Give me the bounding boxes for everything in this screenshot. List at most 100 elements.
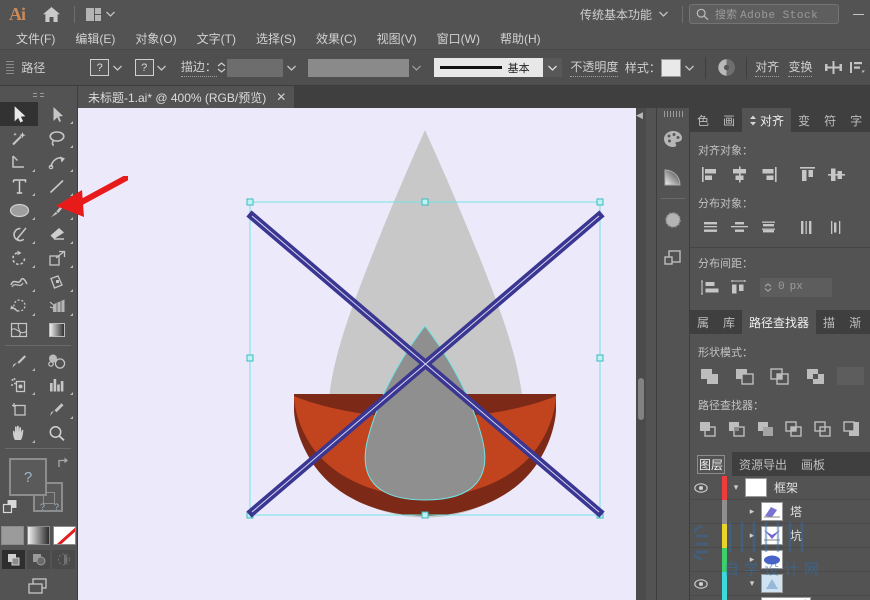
chevron-right-icon[interactable]: ▸	[743, 506, 761, 517]
minus-front-icon[interactable]	[731, 364, 759, 388]
none-fill-button[interactable]	[53, 526, 76, 545]
table-row[interactable]: ▸ 坑	[690, 523, 870, 548]
color-fill-button[interactable]	[1, 526, 24, 545]
fill-swatch-chevron[interactable]	[109, 59, 126, 76]
draw-normal-button[interactable]	[2, 550, 25, 569]
align-top-icon[interactable]	[793, 162, 822, 186]
tab-pathfinder[interactable]: 路径查找器	[742, 310, 817, 334]
menu-effect[interactable]: 效果(C)	[306, 28, 367, 50]
home-icon[interactable]	[34, 0, 68, 28]
ellipse-tool[interactable]	[0, 198, 38, 222]
scrollbar-thumb[interactable]	[638, 378, 644, 420]
spacing-value-input[interactable]: 0 px	[760, 277, 832, 297]
tab-libraries[interactable]: 库	[716, 310, 743, 334]
unite-icon[interactable]	[696, 364, 724, 388]
eye-icon[interactable]	[690, 482, 712, 493]
horizontal-distribute-space-icon[interactable]	[725, 275, 754, 299]
stroke-color-control[interactable]: ?	[134, 59, 170, 76]
chevron-right-icon[interactable]: ▸	[743, 554, 761, 565]
gradient-fill-button[interactable]	[27, 526, 50, 545]
draw-behind-button[interactable]	[27, 550, 50, 569]
fill-indicator[interactable]: ?	[9, 458, 47, 496]
shape-builder-tool[interactable]	[0, 294, 38, 318]
recolor-artwork-icon[interactable]	[714, 55, 738, 81]
eye-icon[interactable]	[690, 578, 712, 589]
window-controls[interactable]	[839, 13, 870, 15]
brush-definition-chevron[interactable]	[543, 58, 563, 77]
stroke-swatch-chevron[interactable]	[153, 59, 170, 76]
spacing-stepper[interactable]	[762, 278, 773, 296]
transform-panel-button[interactable]: 变换	[788, 58, 813, 77]
fill-swatch[interactable]: ?	[90, 59, 110, 76]
search-adobe-stock-input[interactable]: 搜索 Adobe Stock	[689, 4, 839, 24]
table-row[interactable]: ▾ 框架	[690, 475, 870, 500]
direct-selection-tool[interactable]	[38, 102, 76, 126]
tab-transform[interactable]: 变	[791, 108, 818, 132]
tab-brushes[interactable]: 画	[716, 108, 743, 132]
stroke-weight-stepper[interactable]	[217, 59, 227, 77]
distribute-horizontal-center-icon[interactable]	[822, 215, 851, 239]
align-panel-button[interactable]: 对齐	[755, 58, 780, 77]
blend-tool[interactable]	[38, 349, 76, 373]
pathfinder-options-field[interactable]	[836, 367, 864, 385]
intersect-icon[interactable]	[766, 364, 794, 388]
panel-collapse-arrow-icon[interactable]: ◀	[636, 110, 643, 121]
tab-align[interactable]: 对齐	[742, 108, 792, 132]
close-icon[interactable]: ✕	[276, 90, 286, 104]
align-right-icon[interactable]	[754, 162, 783, 186]
line-segment-tool[interactable]	[38, 174, 76, 198]
gradient-tool[interactable]	[38, 318, 76, 342]
divide-icon[interactable]	[696, 417, 721, 441]
menu-window[interactable]: 窗口(W)	[427, 28, 490, 50]
tab-layers[interactable]: 图层	[690, 452, 733, 476]
tab-stroke[interactable]: 描	[816, 310, 843, 334]
table-row[interactable]: ▸	[690, 547, 870, 572]
fill-color-control[interactable]: ?	[90, 59, 126, 76]
document-tab[interactable]: 未标题-1.ai* @ 400% (RGB/预览) ✕	[78, 86, 295, 108]
align-left-icon[interactable]	[696, 162, 725, 186]
gradient-panel-icon[interactable]	[657, 158, 689, 196]
tab-gradient[interactable]: 渐	[842, 310, 869, 334]
vertical-distribute-space-icon[interactable]	[696, 275, 725, 299]
canvas-vertical-scrollbar[interactable]	[636, 108, 646, 600]
minus-back-icon[interactable]	[839, 417, 864, 441]
menu-help[interactable]: 帮助(H)	[490, 28, 551, 50]
scale-tool[interactable]	[38, 246, 76, 270]
workspace-switcher[interactable]: 传统基本功能	[572, 6, 676, 23]
exclude-icon[interactable]	[802, 364, 830, 388]
selection-tool[interactable]	[0, 102, 38, 126]
canvas-area[interactable]	[78, 108, 636, 600]
eraser-tool[interactable]	[38, 222, 76, 246]
pen-tool[interactable]	[0, 150, 38, 174]
draw-inside-button[interactable]	[52, 550, 75, 569]
rotate-tool[interactable]	[0, 246, 38, 270]
slice-tool[interactable]	[38, 397, 76, 421]
stroke-swatch[interactable]: ?	[134, 59, 154, 76]
align-vertical-center-icon[interactable]	[822, 162, 851, 186]
layers-panel-icon[interactable]	[657, 239, 689, 277]
type-tool[interactable]	[0, 174, 38, 198]
brushes-panel-icon[interactable]	[657, 201, 689, 239]
stroke-weight-chevron[interactable]	[283, 58, 300, 77]
artboard-tool[interactable]	[0, 397, 38, 421]
swap-fill-stroke-icon[interactable]	[56, 456, 70, 472]
menu-edit[interactable]: 编辑(E)	[65, 28, 125, 50]
table-row[interactable]: ▾	[690, 571, 870, 596]
tab-color[interactable]: 色	[690, 108, 717, 132]
distribute-bottom-icon[interactable]	[754, 215, 783, 239]
menu-file[interactable]: 文件(F)	[6, 28, 65, 50]
graphic-style-swatch[interactable]	[660, 58, 682, 77]
chevron-down-icon[interactable]: ▾	[727, 482, 745, 493]
magic-wand-tool[interactable]	[0, 126, 38, 150]
tab-artboards[interactable]: 画板	[794, 452, 833, 476]
variable-width-profile-field[interactable]	[308, 58, 409, 77]
tab-attributes[interactable]: 属	[690, 310, 717, 334]
change-screen-mode-button[interactable]	[0, 577, 77, 596]
default-fill-stroke-icon[interactable]	[2, 498, 19, 518]
hand-tool[interactable]	[0, 421, 38, 445]
column-graph-tool[interactable]	[38, 373, 76, 397]
arrange-documents-icon[interactable]	[81, 3, 120, 25]
distribute-top-icon[interactable]	[696, 215, 725, 239]
menu-select[interactable]: 选择(S)	[246, 28, 306, 50]
crop-icon[interactable]	[782, 417, 807, 441]
